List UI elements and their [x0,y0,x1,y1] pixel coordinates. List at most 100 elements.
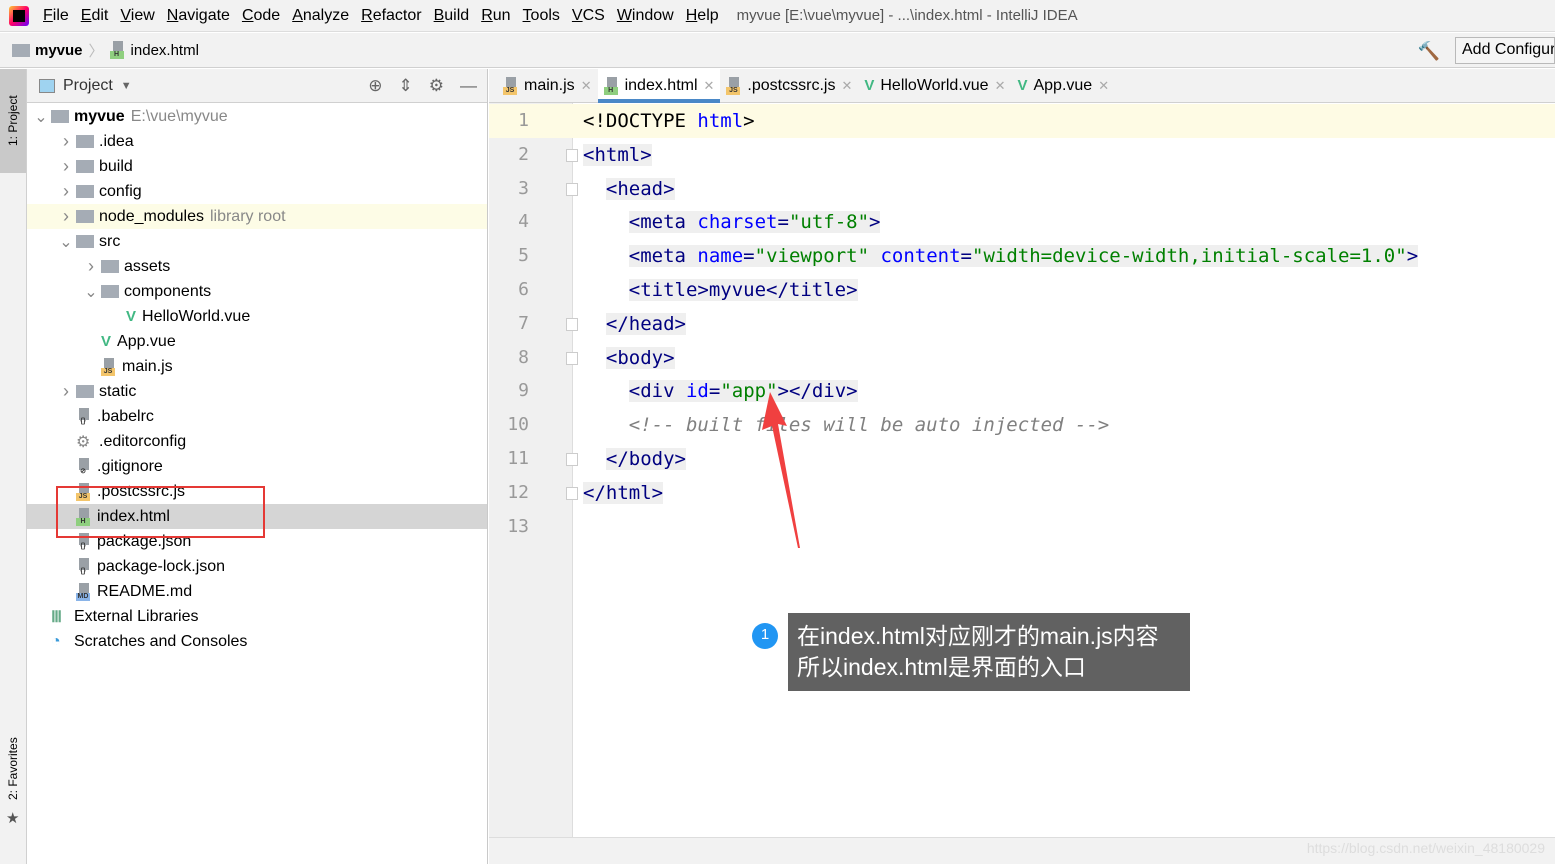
line-number: 11 [507,448,529,469]
chevron-right-icon[interactable]: › [81,256,101,277]
menu-file[interactable]: File [43,7,69,25]
tree-item[interactable]: {} package-lock.json [27,554,487,579]
vue-file-icon: V [101,333,112,350]
code-text: <div id="app"></div> [628,380,858,403]
json-file-icon: {} [76,557,92,576]
tree-item[interactable]: › static [27,379,487,404]
chevron-down-icon[interactable]: ▼ [121,80,132,92]
project-panel-header: Project ▼ ⊕ ⇕ ⚙ — [27,69,487,103]
fold-marker-icon[interactable] [566,351,578,365]
tab-app-vue[interactable]: V App.vue ✕ [1011,69,1115,102]
close-icon[interactable]: ✕ [1098,78,1109,94]
tree-item-label: components [124,282,212,300]
code-line[interactable]: 12 </html> [489,476,1555,510]
locate-icon[interactable]: ⊕ [368,76,382,96]
add-configuration-button[interactable]: Add Configuration... [1455,37,1555,64]
tree-item-label: .editorconfig [99,432,187,450]
menu-help[interactable]: Help [686,7,719,25]
breadcrumb-project[interactable]: myvue [35,42,83,59]
tree-item-hint: E:\vue\myvue [130,107,228,125]
close-icon[interactable]: ✕ [995,78,1006,94]
menu-window[interactable]: Window [617,7,674,25]
json-file-icon: {} [76,407,92,426]
scratches-icon: ◔ [51,632,61,650]
tree-item[interactable]: {} .babelrc [27,404,487,429]
tree-item[interactable]: ⌄ components [27,279,487,304]
menu-build[interactable]: Build [434,7,470,25]
tab-index-html[interactable]: Hindex.html ✕ [597,69,721,103]
menu-code[interactable]: Code [242,7,280,25]
tab-helloworld-vue[interactable]: V HelloWorld.vue ✕ [858,69,1011,102]
tree-item-hint: library root [209,207,286,225]
tree-item[interactable]: ⌄ myvue E:\vue\myvue [27,104,487,129]
code-line[interactable]: 11 </body> [489,442,1555,476]
menu-navigate[interactable]: Navigate [167,7,230,25]
tree-item[interactable]: ⌄ src [27,229,487,254]
chevron-right-icon[interactable]: › [56,181,76,202]
collapse-all-icon[interactable]: ⇕ [399,76,413,96]
fold-marker-icon[interactable] [566,486,578,500]
close-icon[interactable]: ✕ [841,78,852,94]
menu-bar: File Edit View Navigate Code Analyze Refactor B… [0,0,1555,32]
code-line[interactable]: 13 [489,510,1555,544]
menu-refactor[interactable]: Refactor [361,7,421,25]
fold-marker-icon[interactable] [566,148,578,162]
project-panel: Project ▼ ⊕ ⇕ ⚙ — ⌄ myvue E:\vue\myvue › .id… [27,69,488,864]
menu-view[interactable]: View [120,7,154,25]
menu-tools[interactable]: Tools [523,7,560,25]
tree-item[interactable]: JS main.js [27,354,487,379]
chevron-down-icon[interactable]: ⌄ [56,232,76,252]
tab-postcssrc-js[interactable]: JS .postcssrc.js ✕ [720,69,858,102]
code-line[interactable]: 5 <meta name="viewport" content="width=d… [489,239,1555,273]
close-icon[interactable]: ✕ [581,78,592,94]
code-line[interactable]: 9 <div id="app"></div> [489,374,1555,408]
tree-item-label: src [99,232,121,250]
code-line[interactable]: 8 <body> [489,341,1555,375]
fold-marker-icon[interactable] [566,453,578,466]
tree-item[interactable]: › .idea [27,129,487,154]
fold-marker-icon[interactable] [566,182,578,196]
tree-item[interactable]: ⚙ .editorconfig [27,429,487,454]
tree-item[interactable]: › node_modules library root [27,204,487,229]
menu-edit[interactable]: Edit [81,7,109,25]
chevron-down-icon[interactable]: ⌄ [81,282,101,302]
tree-item[interactable]: V App.vue [27,329,487,354]
menu-analyze[interactable]: Analyze [292,7,349,25]
code-line[interactable]: 4 <meta charset="utf-8"> [489,205,1555,239]
chevron-down-icon[interactable]: ⌄ [31,107,51,127]
code-line[interactable]: 2 <html> [489,138,1555,172]
tree-item[interactable]: MD README.md [27,579,487,604]
breadcrumb-file[interactable]: index.html [131,42,199,59]
gear-icon[interactable]: ⚙ [429,76,444,96]
code-line[interactable]: 3 <head> [489,172,1555,206]
build-hammer-icon[interactable]: 🔨 [1418,41,1440,62]
chevron-right-icon[interactable]: › [56,156,76,177]
code-line[interactable]: 6 <title>myvue</title> [489,273,1555,307]
close-icon[interactable]: ✕ [704,78,715,94]
tree-item[interactable]: ◔ Scratches and Consoles [27,629,487,654]
favorites-tool-tab[interactable]: 2: Favorites [0,729,26,809]
line-number: 4 [518,211,529,233]
status-bar: https://blog.csdn.net/weixin_48180029 [489,837,1555,864]
code-line[interactable]: 10 <!-- built files will be auto injecte… [489,408,1555,442]
tree-item[interactable]: › assets [27,254,487,279]
line-number: 9 [518,380,529,402]
code-line[interactable]: 1 <!DOCTYPE html> [489,104,1555,138]
chevron-right-icon[interactable]: › [56,381,76,402]
chevron-right-icon[interactable]: › [56,131,76,152]
menu-run[interactable]: Run [481,7,510,25]
tab-main-js[interactable]: JS main.js ✕ [497,69,598,102]
folder-icon [101,260,119,273]
project-view-selector[interactable]: Project [63,77,113,95]
minimize-icon[interactable]: — [460,76,477,96]
project-tool-tab[interactable]: 1: Project [0,69,26,173]
fold-marker-icon[interactable] [566,317,578,331]
tree-item[interactable]: › build [27,154,487,179]
chevron-right-icon[interactable]: › [56,206,76,227]
code-line[interactable]: 7 </head> [489,307,1555,341]
tree-item[interactable]: › config [27,179,487,204]
tree-item[interactable]: ⊘ .gitignore [27,454,487,479]
menu-vcs[interactable]: VCS [572,7,605,25]
tree-item[interactable]: Ⅲ External Libraries [27,604,487,629]
tree-item[interactable]: V HelloWorld.vue [27,304,487,329]
